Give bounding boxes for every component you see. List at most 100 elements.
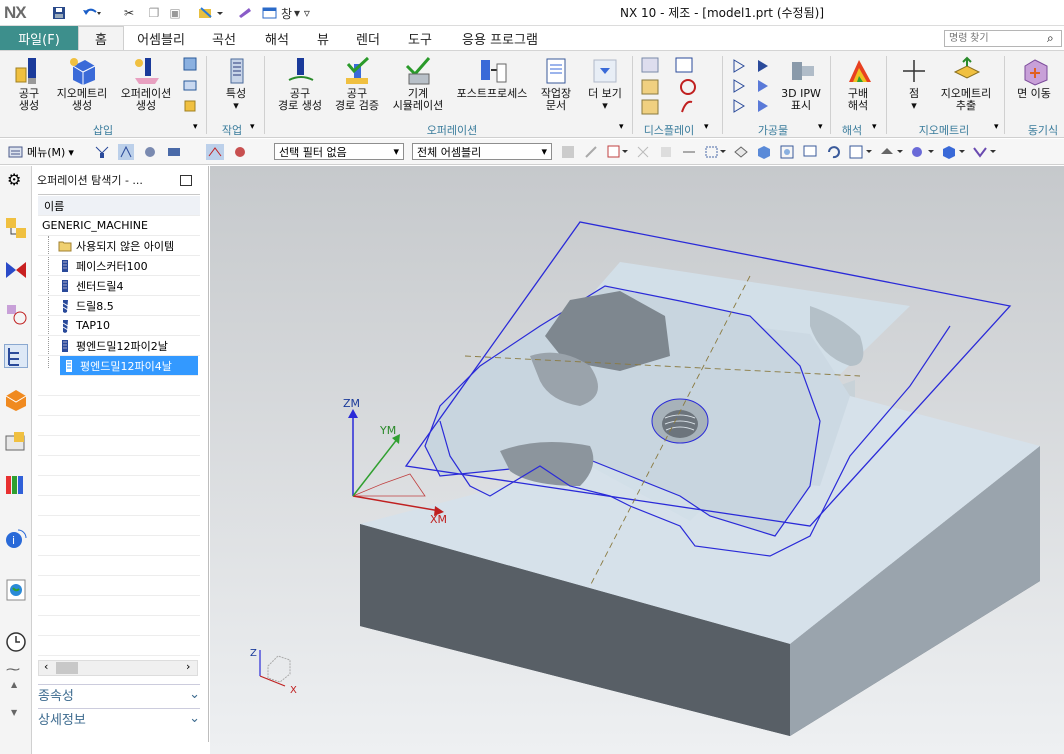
move-face-button[interactable]: 면 이동 xyxy=(1010,56,1058,100)
action-group-dropdown-icon[interactable]: ▾ xyxy=(250,122,255,132)
tab-render[interactable]: 렌더 xyxy=(346,26,390,50)
tab-analysis[interactable]: 해석 xyxy=(254,26,300,50)
display-group-dropdown-icon[interactable]: ▾ xyxy=(704,122,709,132)
orient-view-icon[interactable] xyxy=(848,144,872,160)
draft-analysis-button[interactable]: 구배 해석 xyxy=(836,56,880,112)
menu-button[interactable]: 메뉴(M) ▾ xyxy=(8,143,74,161)
edit-section-icon[interactable] xyxy=(972,144,996,160)
point-snap-icon[interactable] xyxy=(606,144,628,160)
extract-geometry-button[interactable]: 지오메트리 추출 xyxy=(936,56,996,112)
menu-label: 메뉴(M) xyxy=(27,146,66,159)
zoom-icon[interactable] xyxy=(802,144,818,160)
maximize-panel-icon[interactable] xyxy=(180,175,192,186)
insert-group-dropdown-icon[interactable]: ▾ xyxy=(193,122,198,132)
filter-icon[interactable] xyxy=(94,144,110,160)
rotate-icon[interactable] xyxy=(825,144,841,160)
assembly-navigator-icon[interactable] xyxy=(4,216,28,240)
machine-simulation-button[interactable]: 기계 시뮬레이션 xyxy=(388,56,448,112)
web-browser-icon[interactable] xyxy=(4,578,28,602)
view-layer-icon[interactable] xyxy=(941,144,965,160)
shop-doc-icon xyxy=(546,58,566,84)
fit-view-icon[interactable] xyxy=(779,144,795,160)
selection-filter-dropdown[interactable]: 선택 필터 없음 ▾ xyxy=(274,143,404,160)
details-panel-header[interactable]: 상세정보 ⌄ xyxy=(38,708,200,728)
shaded-icon[interactable] xyxy=(756,144,772,160)
search-icon[interactable]: ⌕ xyxy=(1047,31,1054,46)
analysis-group-dropdown-icon[interactable]: ▾ xyxy=(872,122,877,132)
background-icon[interactable] xyxy=(910,144,934,160)
command-search-input[interactable] xyxy=(944,30,1062,47)
more-icon xyxy=(593,59,617,83)
scroll-right-arrow[interactable]: › xyxy=(186,660,190,673)
snap-grid-icon[interactable] xyxy=(560,144,576,160)
more-resources-icon[interactable]: ⁓ xyxy=(6,662,20,678)
create-operation-button[interactable]: 오퍼레이션 생성 xyxy=(114,56,178,112)
hd3d-tools-icon[interactable]: i xyxy=(4,526,28,550)
group-separator xyxy=(632,56,633,134)
create-geometry-button[interactable]: 지오메트리 생성 xyxy=(52,56,112,112)
group-separator xyxy=(886,56,887,134)
assembly-scope-dropdown[interactable]: 전체 어셈블리 ▾ xyxy=(412,143,552,160)
3d-ipw-icon xyxy=(792,62,814,80)
operation-view-icon[interactable] xyxy=(206,144,224,160)
tab-assembly[interactable]: 어셈블리 xyxy=(130,26,192,50)
constraint-navigator-icon[interactable] xyxy=(4,258,28,282)
select-body-icon[interactable] xyxy=(142,144,158,160)
postprocess-button[interactable]: 포스트프로세스 xyxy=(452,56,532,100)
method-group-icon[interactable] xyxy=(182,77,198,93)
operations-group-dropdown-icon[interactable]: ▾ xyxy=(619,122,624,132)
tree-root[interactable]: GENERIC_MACHINE xyxy=(38,216,200,236)
workpiece-group-dropdown-icon[interactable]: ▾ xyxy=(818,122,823,132)
tab-home[interactable]: 홈 xyxy=(78,26,124,50)
snap-cursor-icon[interactable] xyxy=(635,144,651,160)
extract-geometry-icon xyxy=(953,56,981,79)
tree-item-tool[interactable]: 드릴8.5 xyxy=(38,296,200,316)
tree-item-tool[interactable]: 페이스커터100 xyxy=(38,256,200,276)
svg-text:i: i xyxy=(12,534,15,547)
scrollbar-thumb[interactable] xyxy=(56,662,78,674)
tree-item-tool[interactable]: 평엔드밀12파이2날 xyxy=(38,336,200,356)
dependencies-panel-header[interactable]: 종속성 ⌄ xyxy=(38,684,200,704)
properties-button[interactable]: 특성 ▾ xyxy=(214,56,258,112)
file-tab[interactable]: 파일(F) xyxy=(0,26,78,50)
program-group-icon[interactable] xyxy=(182,56,198,72)
tree-item-tool[interactable]: TAP10 xyxy=(38,316,200,336)
tree-item-tool-selected[interactable]: 평엔드밀12파이4날 xyxy=(60,356,198,376)
machining-feature-navigator-icon[interactable] xyxy=(4,430,28,454)
reuse-library-icon[interactable] xyxy=(4,472,28,496)
machine-view-icon[interactable] xyxy=(232,144,248,160)
scroll-left-arrow[interactable]: ‹ xyxy=(44,660,48,673)
generate-toolpath-button[interactable]: 공구 경로 생성 xyxy=(274,56,326,112)
machine-tool-navigator-icon[interactable] xyxy=(4,388,28,412)
tab-applications[interactable]: 응용 프로그램 xyxy=(450,26,550,50)
operation-navigator-icon[interactable] xyxy=(4,344,28,368)
tab-curve[interactable]: 곡선 xyxy=(200,26,248,50)
group-label-insert: 삽입 xyxy=(92,124,114,137)
snap-point-icon[interactable] xyxy=(583,144,599,160)
3d-ipw-display-button[interactable]: 3D IPW 표시 xyxy=(778,56,824,112)
create-tool-button[interactable]: 공구 생성 xyxy=(8,56,50,112)
render-style-icon[interactable] xyxy=(879,144,903,160)
tree-item-tool[interactable]: 센터드릴4 xyxy=(38,276,200,296)
geometry-group-icon[interactable] xyxy=(182,98,198,114)
geometry-group-dropdown-icon[interactable]: ▾ xyxy=(994,122,999,132)
column-header-name[interactable]: 이름 xyxy=(38,196,200,216)
wireframe-icon[interactable] xyxy=(733,144,749,160)
history-icon[interactable] xyxy=(4,630,28,654)
part-navigator-icon[interactable] xyxy=(4,302,28,326)
more-button[interactable]: 더 보기 ▾ xyxy=(584,56,626,112)
snap-mid-icon[interactable] xyxy=(681,144,697,160)
scroll-down-arrow[interactable]: ▼ xyxy=(11,708,17,717)
box-select-icon[interactable] xyxy=(704,144,726,160)
select-feature-icon[interactable] xyxy=(118,144,134,160)
snap-end-icon[interactable] xyxy=(658,144,674,160)
tab-tools[interactable]: 도구 xyxy=(396,26,444,50)
settings-gear-icon[interactable]: ⚙ xyxy=(7,170,21,189)
shop-documentation-button[interactable]: 작업장 문서 xyxy=(534,56,578,112)
tab-view[interactable]: 뷰 xyxy=(306,26,340,50)
select-face-icon[interactable] xyxy=(166,144,182,160)
point-button[interactable]: 점 ▾ xyxy=(894,56,934,112)
scroll-up-arrow[interactable]: ▲ xyxy=(11,680,17,689)
verify-toolpath-button[interactable]: 공구 경로 검증 xyxy=(330,56,384,112)
tree-item-unused[interactable]: 사용되지 않은 아이템 xyxy=(38,236,200,256)
